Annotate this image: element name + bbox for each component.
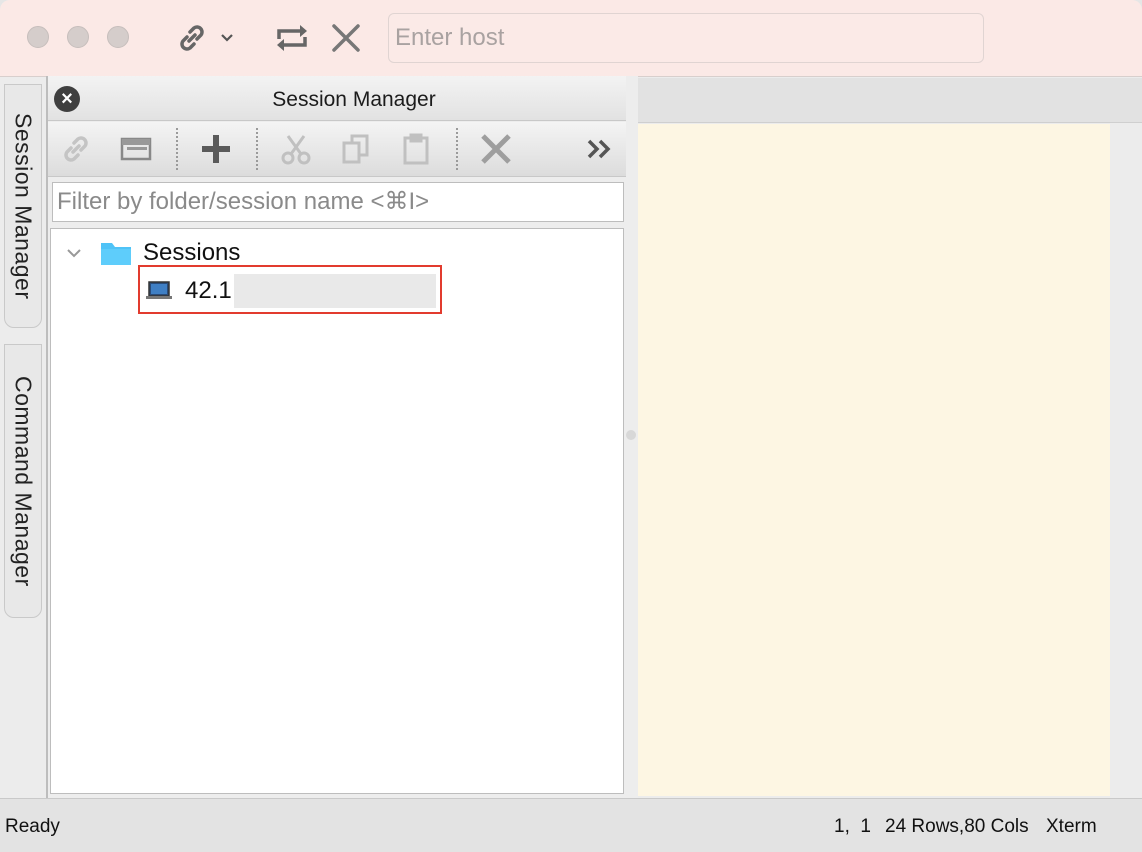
session-toolbar	[48, 122, 626, 177]
toolbar-separator	[176, 128, 178, 170]
panel-splitter[interactable]	[626, 430, 636, 440]
terminal-type: Xterm	[1046, 816, 1097, 837]
more-icon[interactable]	[580, 130, 620, 168]
tab-session-manager-label: Session Manager	[10, 112, 37, 300]
toolbar-separator	[256, 128, 258, 170]
tab-session-manager[interactable]: Session Manager	[4, 84, 42, 328]
delete-icon[interactable]	[476, 130, 516, 168]
tab-command-manager[interactable]: Command Manager	[4, 344, 42, 618]
status-text: Ready	[5, 816, 60, 837]
connect-icon[interactable]	[56, 130, 96, 168]
link-icon[interactable]	[172, 18, 212, 58]
tab-command-manager-label: Command Manager	[10, 375, 37, 587]
panel-title: Session Manager	[272, 88, 436, 111]
chevron-down-icon[interactable]	[63, 247, 85, 259]
session-manager-panel: × Session Manager Filter by folder/sessi…	[46, 76, 638, 798]
add-icon[interactable]	[196, 130, 236, 168]
title-bar	[0, 0, 1142, 77]
toolbar-separator	[456, 128, 458, 170]
app-window: Session Manager Command Manager × Sessio…	[0, 0, 1142, 852]
close-icon[interactable]	[326, 18, 366, 58]
minimize-window-button[interactable]	[67, 26, 89, 48]
copy-icon[interactable]	[336, 130, 376, 168]
zoom-window-button[interactable]	[107, 26, 129, 48]
terminal-area[interactable]	[638, 124, 1110, 796]
folder-label: Sessions	[143, 239, 241, 266]
paste-icon[interactable]	[396, 130, 436, 168]
cursor-position: 1, 1	[834, 816, 871, 837]
selection-highlight	[138, 265, 442, 314]
cut-icon[interactable]	[276, 130, 316, 168]
scroll-gutter	[1110, 124, 1142, 796]
host-input[interactable]	[388, 13, 984, 63]
panel-title-bar: × Session Manager	[48, 76, 626, 121]
status-bar: Ready 1, 1 24 Rows,80 Cols Xterm	[0, 798, 1142, 852]
chevron-down-icon[interactable]	[216, 18, 238, 58]
folder-icon	[99, 239, 133, 267]
terminal-tab-strip	[638, 78, 1142, 123]
open-tab-icon[interactable]	[116, 130, 156, 168]
reconnect-icon[interactable]	[270, 18, 314, 58]
close-window-button[interactable]	[27, 26, 49, 48]
terminal-size: 24 Rows,80 Cols	[885, 816, 1029, 837]
session-filter-input[interactable]	[52, 182, 624, 222]
